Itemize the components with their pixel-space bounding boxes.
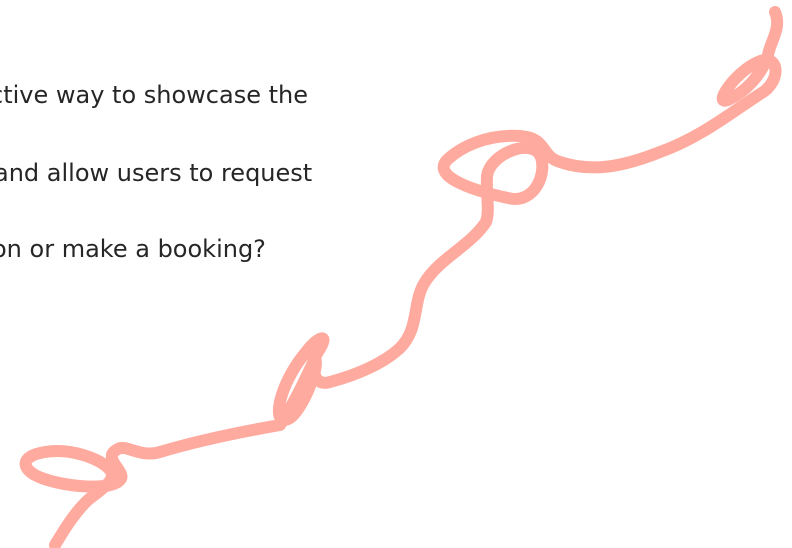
looped-scribble-line-icon [19,6,784,548]
slide-page: ctive way to showcase the and allow user… [0,0,792,548]
scribble-stroke [19,6,784,548]
